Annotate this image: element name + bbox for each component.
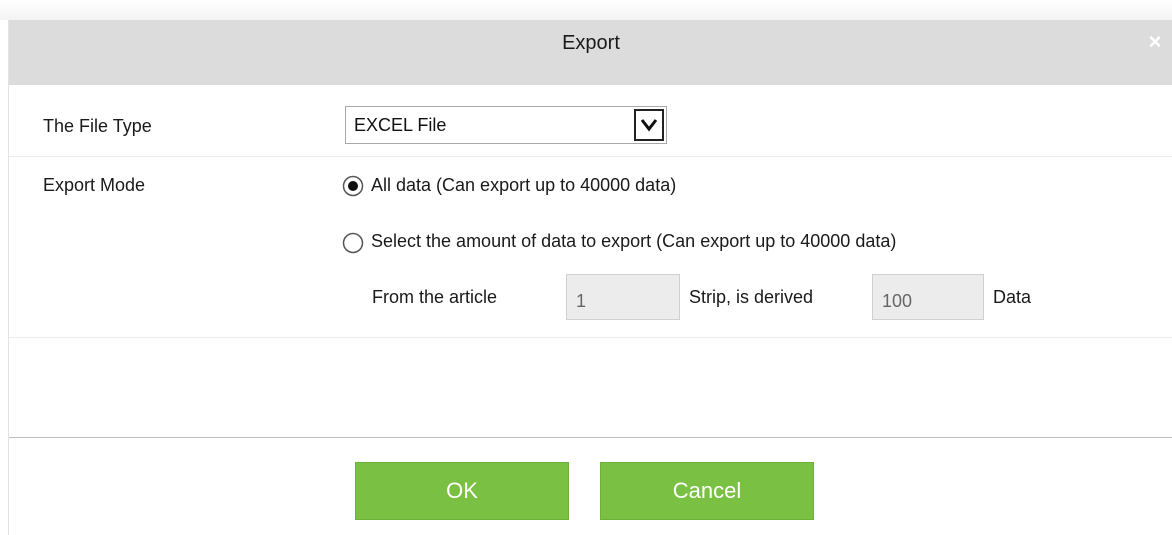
- row-divider: [9, 337, 1172, 338]
- footer-divider: [9, 437, 1172, 438]
- from-article-input[interactable]: [566, 274, 680, 320]
- background-strip: [0, 0, 1172, 20]
- export-mode-label: Export Mode: [43, 175, 146, 195]
- from-article-label: From the article: [372, 287, 498, 307]
- radio-all-data-label[interactable]: All data (Can export up to 40000 data): [371, 175, 676, 196]
- data-label: Data: [993, 287, 1032, 307]
- dialog-title: Export: [562, 32, 620, 54]
- file-type-selected-value: EXCEL File: [354, 115, 447, 135]
- row-divider: [9, 156, 1172, 157]
- data-count-input[interactable]: [872, 274, 984, 320]
- radio-all-data[interactable]: [342, 175, 364, 197]
- export-dialog: Export × The File Type EXCEL File Export…: [8, 20, 1172, 535]
- cancel-button[interactable]: Cancel: [600, 462, 814, 520]
- strip-derived-label: Strip, is derived: [689, 287, 814, 307]
- close-icon[interactable]: ×: [1143, 30, 1167, 54]
- dialog-titlebar: Export ×: [9, 20, 1172, 85]
- file-type-label: The File Type: [43, 116, 152, 136]
- chevron-down-icon[interactable]: [634, 109, 664, 141]
- radio-select-amount[interactable]: [342, 232, 364, 254]
- file-type-select[interactable]: EXCEL File: [345, 106, 667, 144]
- radio-select-amount-label[interactable]: Select the amount of data to export (Can…: [371, 231, 896, 252]
- ok-button[interactable]: OK: [355, 462, 569, 520]
